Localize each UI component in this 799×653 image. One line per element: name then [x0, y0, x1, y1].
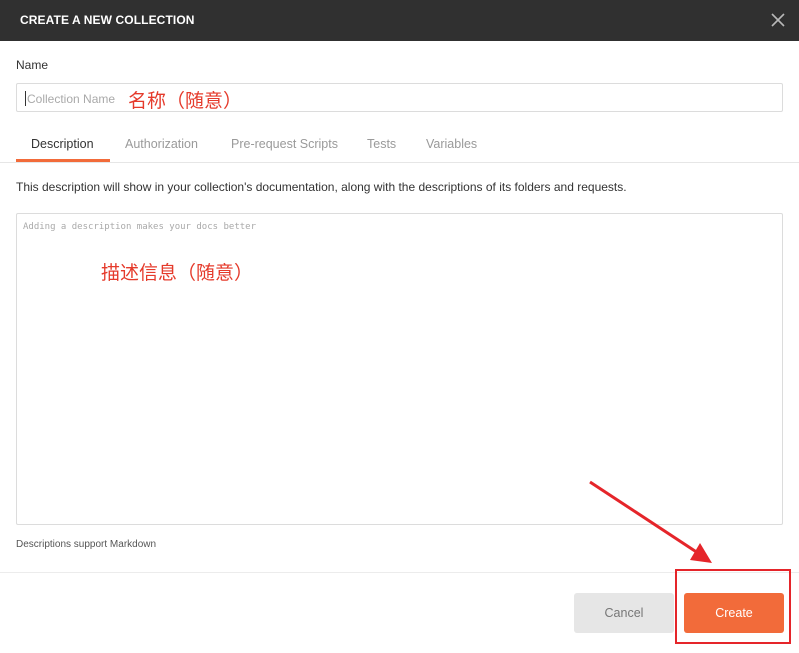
tab-description[interactable]: Description	[31, 137, 94, 151]
name-annotation: 名称（随意）	[128, 90, 243, 112]
description-help-text: This description will show in your colle…	[16, 180, 627, 194]
tab-pre-request-scripts[interactable]: Pre-request Scripts	[231, 137, 338, 151]
close-icon[interactable]	[769, 11, 787, 29]
create-highlight-box	[675, 569, 791, 644]
name-label: Name	[16, 58, 49, 72]
tab-variables[interactable]: Variables	[426, 137, 477, 151]
active-tab-indicator	[16, 159, 110, 162]
tab-authorization[interactable]: Authorization	[125, 137, 198, 151]
collection-name-placeholder: Collection Name	[27, 92, 116, 106]
markdown-note: Descriptions support Markdown	[16, 539, 157, 550]
tab-tests[interactable]: Tests	[367, 137, 396, 151]
text-caret	[25, 91, 26, 106]
tab-bar: Description Authorization Pre-request Sc…	[0, 126, 799, 163]
dialog-header: CREATE A NEW COLLECTION	[0, 0, 799, 41]
description-placeholder: Adding a description makes your docs bet…	[23, 222, 256, 232]
description-annotation: 描述信息（随意）	[101, 262, 254, 284]
dialog-title: CREATE A NEW COLLECTION	[20, 13, 195, 27]
cancel-button[interactable]: Cancel	[574, 593, 674, 633]
